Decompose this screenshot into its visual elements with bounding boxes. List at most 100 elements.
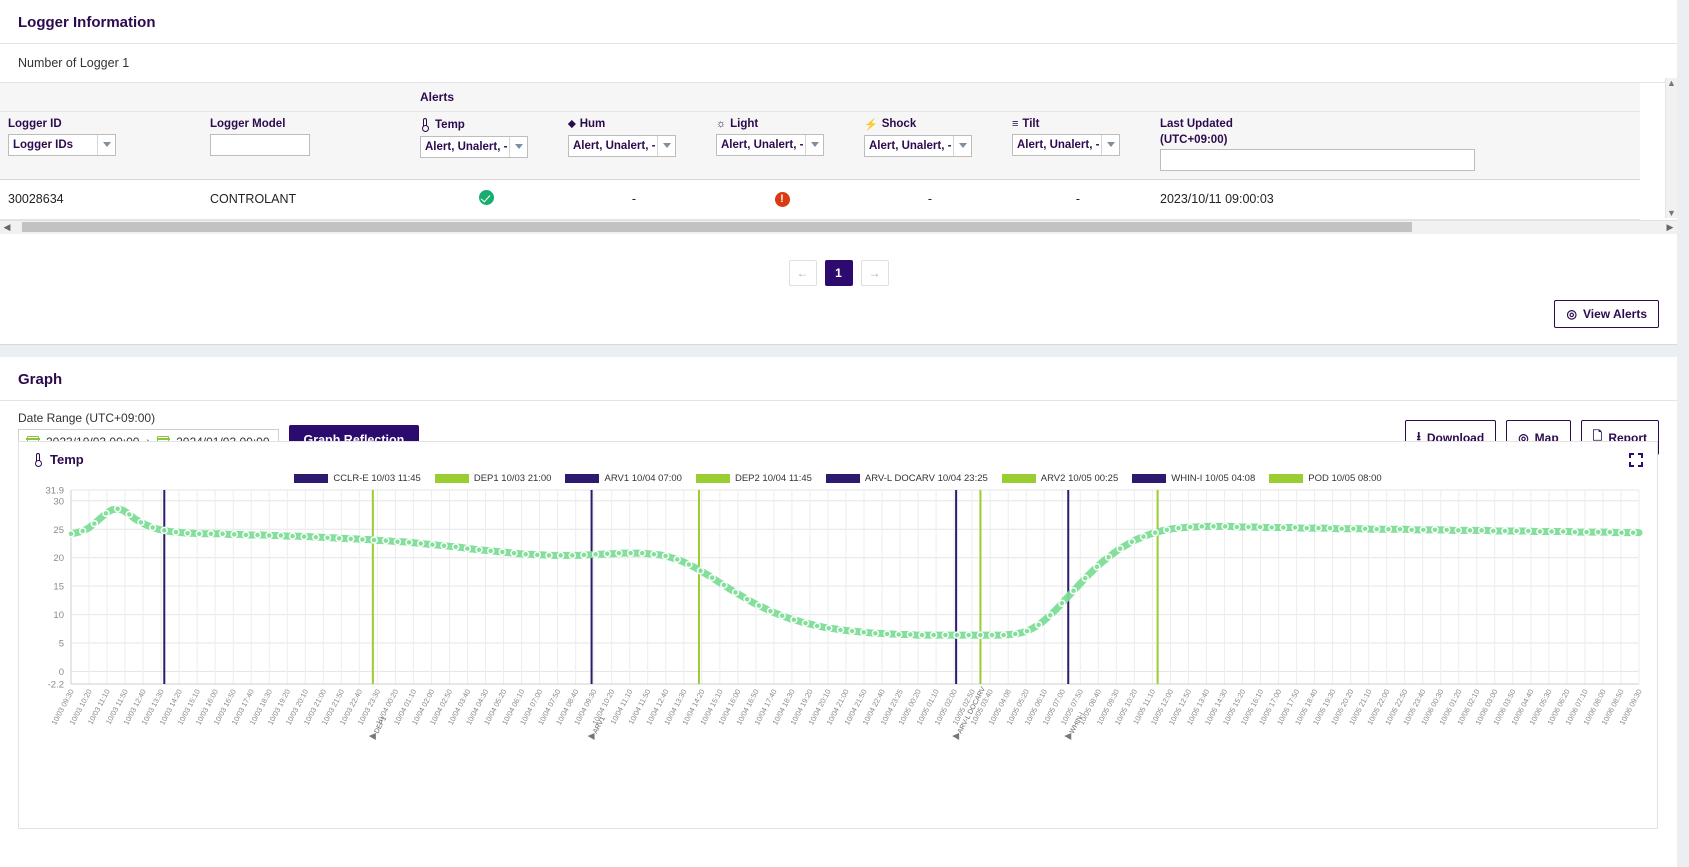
logger-table: Alerts Logger ID Logger IDs Logger Model [0, 83, 1640, 220]
legend-label: DEP1 10/03 21:00 [473, 473, 552, 484]
table-vertical-scrollbar[interactable]: ▲ ▼ [1665, 78, 1677, 218]
pagination-next-button[interactable]: → [860, 259, 889, 286]
chevron-down-icon [1101, 134, 1119, 155]
bolt-icon: ⚡ [864, 118, 878, 131]
legend-label: CCLR-E 10/03 11:45 [333, 473, 421, 484]
alerts-group-spacer-3 [560, 83, 708, 112]
column-last-updated-tz: (UTC+09:00) [1160, 133, 1228, 146]
hscroll-thumb[interactable] [22, 222, 1412, 232]
chart-header: Temp [19, 442, 1657, 471]
pagination-page-1[interactable]: 1 [824, 259, 853, 286]
table-horizontal-scrollbar[interactable]: ◀ ▶ [0, 219, 1677, 234]
temp-series-line [67, 505, 1643, 639]
filter-shock[interactable]: Alert, Unalert, - [864, 134, 972, 157]
legend-item: ARV1 10/04 07:00 [565, 473, 682, 484]
legend-item: ARV2 10/05 00:25 [1001, 473, 1119, 484]
pagination: ← 1 → [0, 259, 1677, 286]
tilt-icon: ≡ [1012, 117, 1019, 130]
filter-hum[interactable]: Alert, Unalert, - [568, 134, 676, 157]
y-axis-tick: 31.9 [46, 486, 65, 497]
thermometer-icon [420, 117, 431, 132]
legend-item: DEP2 10/04 11:45 [695, 473, 812, 484]
column-temp-label: Temp [435, 118, 465, 131]
filter-temp[interactable]: Alert, Unalert, - [420, 135, 528, 158]
column-last-updated-label: Last Updated [1160, 117, 1233, 130]
view-alerts-wrap: ◎ View Alerts [1554, 300, 1659, 328]
cell-temp [412, 179, 560, 220]
sun-icon: ☼ [716, 117, 727, 130]
column-temp: Temp Alert, Unalert, - [412, 111, 560, 180]
table-row[interactable]: 30028634 CONTROLANT - ! - - 2023/10/11 0… [0, 179, 1640, 220]
event-marker-icon [587, 733, 595, 740]
column-logger-model-label: Logger Model [210, 117, 286, 130]
view-alerts-label: View Alerts [1582, 307, 1647, 321]
y-axis-tick: 5 [59, 639, 64, 650]
column-hum-label: Hum [579, 118, 606, 130]
logger-information-panel: Logger Information Number of Logger 1 Al… [0, 0, 1677, 345]
filter-shock-value: Alert, Unalert, - [869, 139, 952, 152]
column-light-label: Light [730, 117, 759, 130]
filter-tilt[interactable]: Alert, Unalert, - [1012, 133, 1120, 156]
scroll-down-icon[interactable]: ▼ [1666, 208, 1677, 218]
y-axis-tick: 0 [59, 667, 64, 678]
column-logger-model: Logger Model [202, 111, 412, 180]
thermometer-icon [33, 452, 44, 467]
scroll-left-icon[interactable]: ◀ [0, 222, 14, 233]
cell-hum: - [560, 179, 708, 220]
fullscreen-icon[interactable] [1629, 452, 1643, 467]
chevron-down-icon [509, 136, 527, 157]
column-shock-label: Shock [881, 118, 917, 130]
chevron-down-icon [953, 135, 971, 156]
alerts-group-spacer-6 [1004, 83, 1152, 112]
scroll-up-icon[interactable]: ▲ [1666, 78, 1677, 88]
chart-plot-area: 31.9 30 25 20 15 10 5 0 -2.2 10/03 09:30 10/03 10:… [19, 484, 1657, 802]
eye-target-icon: ◎ [1566, 307, 1577, 321]
legend-label: WHIN-I 10/05 04:08 [1171, 473, 1256, 484]
column-tilt: ≡ Tilt Alert, Unalert, - [1004, 111, 1152, 180]
legend-swatch [1001, 474, 1036, 483]
filter-last-updated-input[interactable] [1160, 148, 1475, 171]
alerts-group-spacer-4 [708, 83, 856, 112]
number-of-logger-text: Number of Logger 1 [0, 44, 1677, 83]
scroll-right-icon[interactable]: ▶ [1663, 222, 1677, 233]
legend-item: CCLR-E 10/03 11:45 [294, 473, 421, 484]
legend-label: DEP2 10/04 11:45 [734, 473, 812, 484]
legend-label: POD 10/05 08:00 [1308, 473, 1382, 484]
alerts-group-row: Alerts [0, 83, 1640, 112]
chevron-down-icon [97, 134, 115, 155]
cell-shock: - [856, 179, 1004, 220]
alerts-group-spacer-5 [856, 83, 1004, 112]
temp-line-chart: 31.9302520151050-2.210/03 09:3010/03 10:… [46, 486, 1644, 740]
legend-swatch [1132, 474, 1167, 483]
filter-logger-id[interactable]: Logger IDs [8, 133, 116, 156]
legend-item: POD 10/05 08:00 [1269, 473, 1382, 484]
legend-swatch [695, 474, 730, 483]
pagination-prev-button[interactable]: ← [788, 259, 817, 286]
logger-table-wrap: Alerts Logger ID Logger IDs Logger Model [0, 83, 1677, 234]
filter-tilt-value: Alert, Unalert, - [1017, 138, 1100, 151]
hscroll-track[interactable] [14, 221, 1663, 233]
cell-last-updated: 2023/10/11 09:00:03 [1152, 179, 1640, 220]
chart-legend: CCLR-E 10/03 11:45 DEP1 10/03 21:00 ARV1 1… [19, 473, 1657, 484]
filter-light-value: Alert, Unalert, - [721, 138, 804, 151]
chevron-down-icon [657, 135, 675, 156]
filter-temp-value: Alert, Unalert, - [425, 140, 508, 153]
legend-swatch [565, 474, 600, 483]
legend-label: ARV2 10/05 00:25 [1040, 473, 1119, 484]
event-marker-icon [952, 733, 960, 740]
column-light: ☼ Light Alert, Unalert, - [708, 111, 856, 180]
column-logger-id: Logger ID Logger IDs [0, 111, 202, 180]
legend-swatch [1269, 474, 1304, 483]
y-axis-tick: 25 [53, 525, 64, 536]
y-axis-tick: 30 [53, 496, 64, 507]
filter-light[interactable]: Alert, Unalert, - [716, 133, 824, 156]
column-logger-id-label: Logger ID [8, 117, 62, 130]
legend-label: ARV1 10/04 07:00 [604, 473, 682, 484]
view-alerts-button[interactable]: ◎ View Alerts [1554, 300, 1659, 328]
cell-logger-model: CONTROLANT [202, 179, 412, 220]
legend-swatch [294, 474, 329, 483]
column-shock: ⚡ Shock Alert, Unalert, - [856, 111, 1004, 180]
column-hum: ⬥ Hum Alert, Unalert, - [560, 111, 708, 180]
status-badge-alert-icon: ! [774, 192, 790, 207]
filter-logger-model-input[interactable] [210, 133, 310, 156]
